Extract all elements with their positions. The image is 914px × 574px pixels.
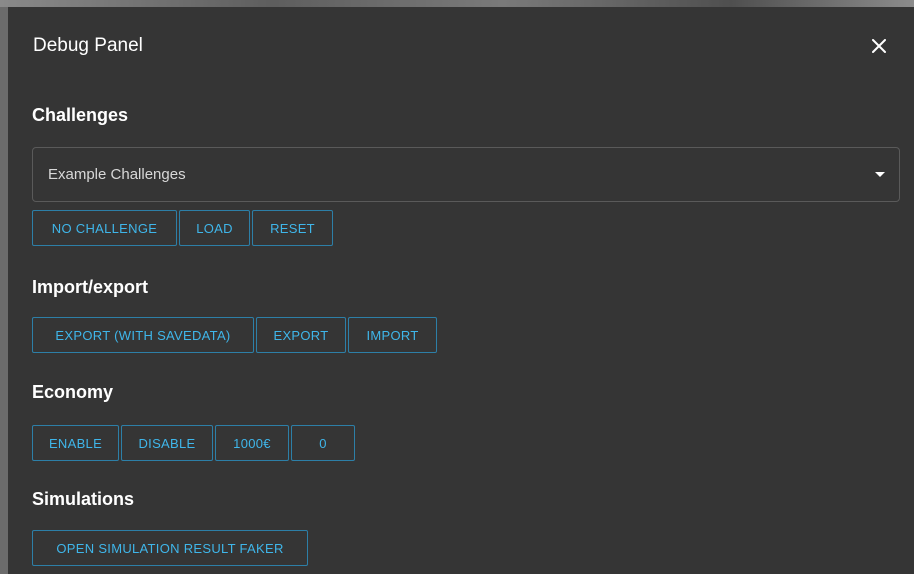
set-zero-button[interactable]: 0 [291,425,355,461]
enable-button[interactable]: ENABLE [32,425,119,461]
dialog-header: Debug Panel [8,7,914,83]
caret-down-icon [875,172,885,177]
debug-panel-dialog: Debug Panel Challenges Example Challenge… [8,7,914,574]
reset-button[interactable]: RESET [252,210,333,246]
economy-button-group: ENABLE DISABLE 1000€ 0 [32,425,355,461]
background-app-strip [0,0,914,7]
no-challenge-button[interactable]: NO CHALLENGE [32,210,177,246]
set-1000-euro-button[interactable]: 1000€ [215,425,289,461]
disable-button[interactable]: DISABLE [121,425,213,461]
challenge-select[interactable]: Example Challenges [32,147,900,202]
import-export-button-group: EXPORT (WITH SAVEDATA) EXPORT IMPORT [32,317,437,353]
section-heading-economy: Economy [32,382,114,402]
export-button[interactable]: EXPORT [256,317,346,353]
import-button[interactable]: IMPORT [348,317,437,353]
simulations-button-group: OPEN SIMULATION RESULT FAKER [32,530,308,566]
open-simulation-result-faker-button[interactable]: OPEN SIMULATION RESULT FAKER [32,530,308,566]
export-with-savedata-button[interactable]: EXPORT (WITH SAVEDATA) [32,317,254,353]
challenge-select-value: Example Challenges [48,166,186,183]
section-heading-challenges: Challenges [32,105,129,125]
close-button[interactable] [864,31,894,61]
load-button[interactable]: LOAD [179,210,250,246]
dialog-title: Debug Panel [33,35,143,56]
challenge-button-group: NO CHALLENGE LOAD RESET [32,210,333,246]
section-heading-import-export: Import/export [32,277,149,297]
close-icon [872,39,886,53]
section-heading-simulations: Simulations [32,489,135,509]
